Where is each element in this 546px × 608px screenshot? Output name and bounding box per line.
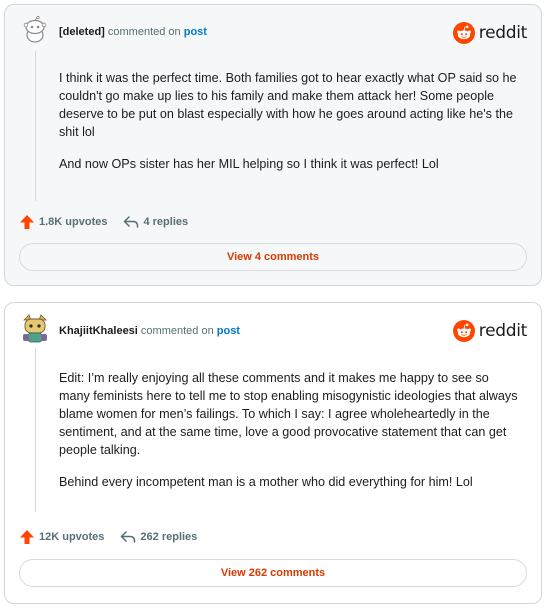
username[interactable]: [deleted]	[59, 26, 105, 38]
post-link[interactable]: post	[184, 26, 207, 38]
snoo-custom-avatar-icon[interactable]	[21, 314, 49, 344]
post-link[interactable]: post	[217, 325, 240, 337]
snoo-deleted-avatar-icon[interactable]	[21, 16, 49, 46]
reddit-wordmark: reddit	[478, 23, 528, 43]
comment-body: I think it was the perfect time. Both fa…	[59, 69, 519, 187]
reply-arrow-icon	[121, 531, 136, 543]
comment-stats: 1.8K upvotes 4 replies	[19, 214, 188, 230]
view-comments-button[interactable]: View 4 comments	[19, 243, 527, 271]
comment-meta: KhajiitKhaleesi commented on post	[59, 325, 240, 337]
reddit-wordmark: reddit	[478, 321, 528, 341]
comment-paragraph: Edit: I’m really enjoying all these comm…	[59, 371, 518, 457]
upvote-arrow-icon	[20, 530, 34, 544]
reddit-snoo-icon	[452, 22, 475, 44]
upvote-label: 12K upvotes	[39, 531, 105, 543]
reddit-logo[interactable]: reddit	[452, 22, 528, 44]
view-comments-button[interactable]: View 262 comments	[19, 559, 527, 587]
comment-meta: [deleted] commented on post	[59, 26, 207, 38]
upvote-label: 1.8K upvotes	[39, 216, 108, 228]
comment-stats: 12K upvotes 262 replies	[19, 529, 197, 545]
upvote-arrow-icon	[20, 215, 34, 229]
reddit-snoo-icon	[452, 320, 475, 342]
comment-paragraph: And now OPs sister has her MIL helping s…	[59, 157, 439, 171]
reply-count[interactable]: 4 replies	[123, 215, 188, 229]
thread-line	[35, 348, 36, 512]
reply-count[interactable]: 262 replies	[120, 530, 197, 544]
commented-on-text: commented on	[107, 26, 181, 38]
thread-line	[35, 51, 36, 201]
comment-card: KhajiitKhaleesi commented on post reddit…	[4, 302, 542, 604]
reply-label: 4 replies	[143, 216, 189, 228]
upvote-count[interactable]: 12K upvotes	[19, 529, 104, 545]
username[interactable]: KhajiitKhaleesi	[59, 325, 138, 337]
comment-paragraph: Behind every incompetent man is a mother…	[59, 475, 473, 489]
comment-paragraph: I think it was the perfect time. Both fa…	[59, 71, 517, 139]
commented-on-text: commented on	[140, 325, 214, 337]
upvote-count[interactable]: 1.8K upvotes	[19, 214, 107, 230]
reply-arrow-icon	[124, 216, 139, 228]
comment-card: [deleted] commented on post reddit I thi…	[4, 4, 542, 286]
comment-body: Edit: I’m really enjoying all these comm…	[59, 369, 519, 505]
reply-label: 262 replies	[140, 531, 198, 543]
reddit-logo[interactable]: reddit	[452, 320, 528, 342]
